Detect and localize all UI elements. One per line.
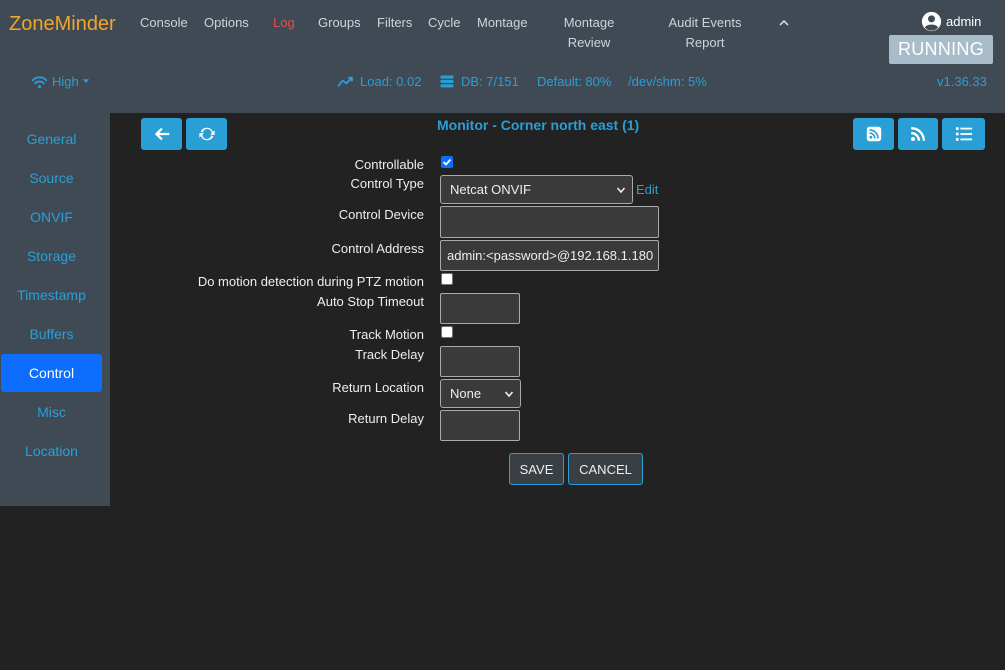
bandwidth-menu[interactable]: High [31, 74, 89, 89]
refresh-button[interactable] [186, 118, 227, 150]
arrow-left-icon [154, 127, 169, 141]
control-device-label: Control Device [338, 207, 424, 222]
db-value: DB: 7/151 [461, 74, 519, 89]
tab-general[interactable]: General [1, 120, 102, 158]
tab-storage[interactable]: Storage [1, 237, 102, 275]
top-navbar: ZoneMinder Console Options Log Groups Fi… [0, 0, 1005, 113]
brand-logo[interactable]: ZoneMinder [9, 13, 116, 36]
tab-control[interactable]: Control [1, 354, 102, 392]
save-button[interactable]: SAVE [509, 453, 564, 485]
track-delay-input[interactable] [440, 346, 520, 377]
nav-montage-review[interactable]: Montage Review [554, 13, 624, 53]
return-location-value: None [450, 386, 482, 401]
cancel-button[interactable]: CANCEL [568, 453, 643, 485]
auto-stop-timeout-input[interactable] [440, 293, 520, 324]
track-motion-checkbox[interactable] [441, 326, 453, 338]
return-delay-label: Return Delay [348, 411, 424, 426]
chevron-down-icon [616, 186, 626, 193]
controllable-label: Controllable [354, 157, 424, 172]
trending-up-icon [337, 76, 353, 87]
chevron-down-icon [504, 390, 514, 397]
wifi-icon [31, 75, 48, 88]
control-type-value: Netcat ONVIF [450, 182, 531, 197]
track-motion-label: Track Motion [349, 327, 424, 342]
nav-audit-events-report[interactable]: Audit Events Report [660, 13, 750, 53]
nav-cycle[interactable]: Cycle [428, 13, 461, 33]
nav-log[interactable]: Log [273, 13, 295, 33]
monitor-tabs-sidebar: General Source ONVIF Storage Timestamp B… [0, 113, 110, 506]
control-address-input[interactable]: admin:<password>@192.168.1.180 [440, 240, 659, 271]
nav-console[interactable]: Console [140, 13, 188, 33]
load-value: Load: 0.02 [360, 74, 422, 89]
motion-ptz-label: Do motion detection during PTZ motion [197, 274, 424, 289]
bandwidth-label: High [52, 74, 79, 89]
load-status: Load: 0.02 [337, 74, 421, 89]
control-type-label: Control Type [350, 176, 424, 191]
chevron-up-icon[interactable] [778, 17, 790, 29]
tab-onvif[interactable]: ONVIF [1, 198, 102, 236]
nav-groups[interactable]: Groups [318, 13, 361, 33]
tab-timestamp[interactable]: Timestamp [1, 276, 102, 314]
return-location-label: Return Location [332, 380, 424, 395]
return-location-select[interactable]: None [440, 379, 521, 408]
rss-square-icon [866, 126, 881, 142]
page-title: Monitor - Corner north east (1) [437, 117, 640, 133]
list-icon [955, 127, 972, 141]
rss-feed-button[interactable] [898, 118, 938, 150]
control-type-select[interactable]: Netcat ONVIF [440, 175, 633, 204]
version-label[interactable]: v1.36.33 [937, 74, 987, 89]
motion-ptz-checkbox[interactable] [441, 273, 453, 285]
edit-control-link[interactable]: Edit [636, 182, 658, 197]
control-address-label: Control Address [331, 241, 425, 256]
storage-shm[interactable]: /dev/shm: 5% [628, 74, 707, 89]
control-device-input[interactable] [440, 206, 659, 238]
tab-location[interactable]: Location [1, 432, 102, 470]
user-menu[interactable]: admin [921, 11, 981, 32]
nav-filters[interactable]: Filters [377, 13, 412, 33]
username: admin [946, 14, 982, 29]
return-delay-input[interactable] [440, 410, 520, 441]
tab-buffers[interactable]: Buffers [1, 315, 102, 353]
tab-source[interactable]: Source [1, 159, 102, 197]
caret-down-icon [82, 79, 89, 83]
run-state-button[interactable]: RUNNING [889, 35, 993, 64]
track-delay-label: Track Delay [355, 347, 424, 362]
database-icon [440, 75, 454, 88]
tab-misc[interactable]: Misc [1, 393, 102, 431]
monitor-feed-button[interactable] [853, 118, 894, 150]
controllable-checkbox[interactable] [441, 156, 453, 168]
nav-options[interactable]: Options [204, 13, 249, 33]
nav-montage[interactable]: Montage [477, 13, 528, 33]
db-status: DB: 7/151 [439, 74, 519, 89]
account-circle-icon [921, 11, 942, 32]
monitor-list-button[interactable] [942, 118, 985, 150]
storage-default[interactable]: Default: 80% [537, 74, 611, 89]
refresh-icon [198, 127, 215, 141]
auto-stop-timeout-label: Auto Stop Timeout [317, 294, 424, 309]
back-button[interactable] [141, 118, 182, 150]
rss-icon [911, 126, 926, 141]
checkmark-icon [442, 158, 452, 166]
